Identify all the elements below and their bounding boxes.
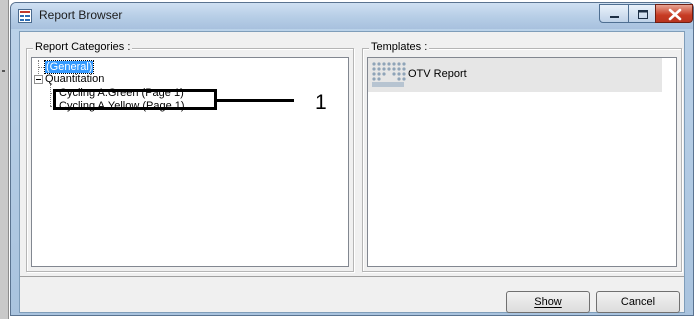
templates-list[interactable]: OTV Report: [367, 57, 677, 267]
report-browser-window: Report Browser Report Categories : (Gene…: [10, 2, 694, 316]
dialog-footer: Show Cancel: [20, 276, 684, 313]
callout-leader-line: [217, 99, 294, 102]
show-button-label: Show: [534, 296, 562, 308]
cancel-button-label: Cancel: [620, 296, 656, 308]
tree-item-label: (General): [43, 60, 95, 74]
minimize-button[interactable]: [599, 4, 629, 23]
templates-label: Templates :: [369, 41, 430, 53]
templates-group: Templates : OTV Report: [362, 41, 682, 272]
close-button[interactable]: [655, 4, 693, 23]
collapse-icon[interactable]: [34, 75, 43, 84]
report-icon: [18, 9, 32, 23]
maximize-icon: [638, 10, 648, 19]
callout-number: 1: [315, 91, 327, 114]
template-label: OTV Report: [408, 68, 467, 80]
cancel-button[interactable]: Cancel: [596, 291, 680, 313]
title-bar[interactable]: Report Browser: [11, 3, 693, 29]
maximize-button[interactable]: [628, 4, 656, 23]
close-icon: [668, 8, 682, 21]
callout-highlight-box: [53, 89, 217, 110]
background-window-edge: [0, 0, 9, 319]
tree-line: [38, 67, 44, 68]
report-categories-label: Report Categories :: [33, 41, 133, 53]
report-categories-group: Report Categories : (General) Quantitati…: [26, 41, 354, 272]
minimize-icon: [610, 16, 619, 18]
qiagen-logo-icon: [372, 62, 406, 87]
show-button[interactable]: Show: [506, 291, 590, 313]
tree-line: [50, 84, 51, 106]
dialog-client-area: Report Categories : (General) Quantitati…: [19, 31, 685, 313]
template-item-otv-report[interactable]: OTV Report: [368, 58, 662, 92]
tree-line: [38, 60, 39, 76]
tree-item-quantitation[interactable]: Quantitation: [45, 73, 104, 86]
window-title: Report Browser: [39, 8, 123, 22]
tree-item-label: Quantitation: [45, 73, 105, 85]
